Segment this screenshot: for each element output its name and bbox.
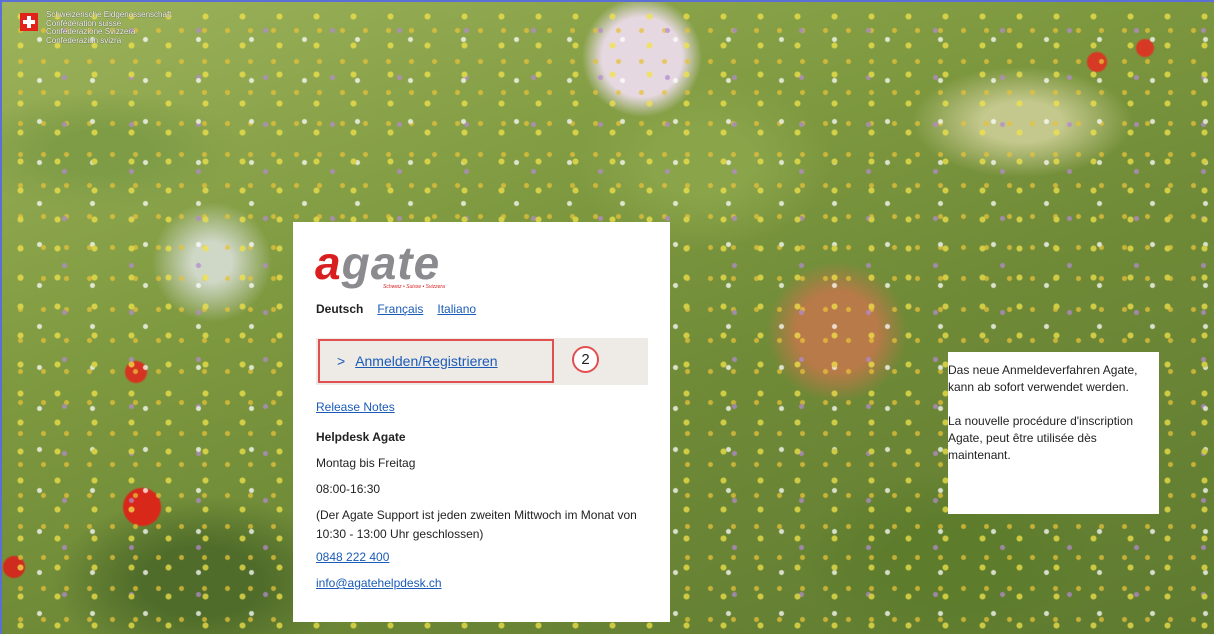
step-badge: 2 xyxy=(572,346,599,373)
chevron-right-icon: > xyxy=(337,353,346,369)
agate-logo: agate Schweiz • Suisse • Svizzera xyxy=(315,237,445,290)
lang-deutsch: Deutsch xyxy=(316,302,364,316)
helpdesk-hours: 08:00-16:30 xyxy=(316,482,381,496)
login-row: > Anmelden/Registrieren 2 xyxy=(316,338,648,385)
language-switcher: Deutsch Français Italiano xyxy=(316,302,476,316)
lang-francais[interactable]: Français xyxy=(377,302,423,316)
release-notes-link[interactable]: Release Notes xyxy=(316,400,395,414)
gov-header-lines: Schweizerische Eidgenossenschaft Confédé… xyxy=(46,10,171,45)
login-card: agate Schweiz • Suisse • Svizzera Deutsc… xyxy=(293,222,670,622)
login-register-button[interactable]: > Anmelden/Registrieren xyxy=(318,339,554,383)
phone-link[interactable]: 0848 222 400 xyxy=(316,550,389,564)
helpdesk-title: Helpdesk Agate xyxy=(316,430,406,444)
gov-line-rm: Confederaziun svizra xyxy=(46,35,122,45)
email-link[interactable]: info@agatehelpdesk.ch xyxy=(316,576,442,590)
lang-italiano[interactable]: Italiano xyxy=(437,302,476,316)
agate-logo-wordmark: agate xyxy=(315,237,441,289)
gov-header: Schweizerische Eidgenossenschaft Confédé… xyxy=(20,10,171,45)
helpdesk-days: Montag bis Freitag xyxy=(316,456,416,470)
notice-fr: La nouvelle procédure d'inscription Agat… xyxy=(948,414,1134,462)
notice-de: Das neue Anmeldeverfahren Agate, kann ab… xyxy=(948,363,1138,394)
agate-logo-tagline: Schweiz • Suisse • Svizzera xyxy=(383,284,445,290)
login-register-label[interactable]: Anmelden/Registrieren xyxy=(355,353,497,369)
swiss-flag-icon xyxy=(20,13,38,31)
notice-box: Das neue Anmeldeverfahren Agate, kann ab… xyxy=(948,352,1159,514)
helpdesk-closure-note: (Der Agate Support ist jeden zweiten Mit… xyxy=(316,508,637,541)
background-meadow: Schweizerische Eidgenossenschaft Confédé… xyxy=(0,0,1214,634)
